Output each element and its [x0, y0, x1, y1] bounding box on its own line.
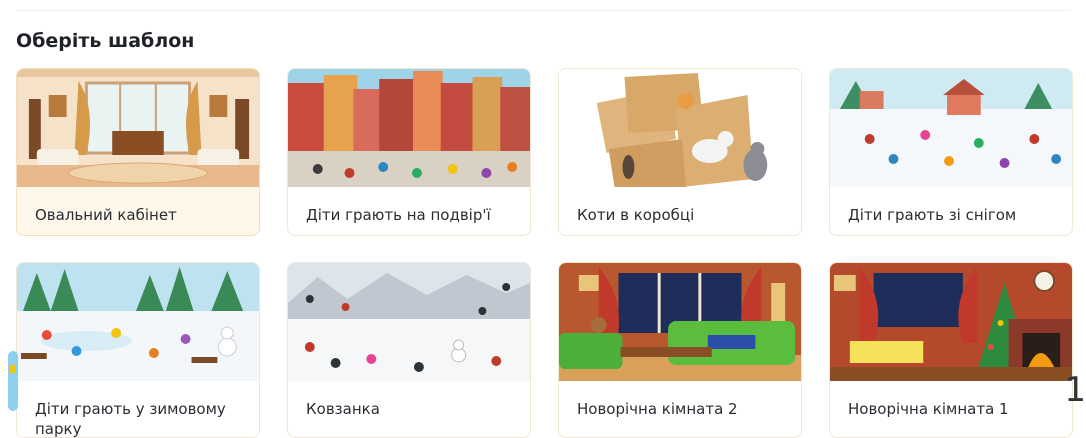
oval-office-thumbnail — [17, 69, 259, 187]
kids-yard-thumbnail — [288, 69, 530, 187]
template-label: Діти грають на подвір'ї — [306, 206, 491, 224]
template-card-caption: Діти грають у зимовому парку — [17, 381, 259, 437]
template-label: Коти в коробці — [577, 206, 695, 224]
template-grid: Овальний кабінет Діти грають на подвір'ї — [16, 68, 1076, 438]
template-card-caption: Діти грають на подвір'ї — [288, 187, 530, 235]
template-card-caption: Ковзанка — [288, 381, 530, 437]
section-title: Оберіть шаблон — [16, 30, 195, 52]
template-label: Овальний кабінет — [35, 206, 177, 224]
template-label: Діти грають у зимовому парку — [35, 400, 226, 438]
template-card-caption: Коти в коробці — [559, 187, 801, 235]
template-card-kids-snow[interactable]: Діти грають зі снігом — [829, 68, 1073, 236]
template-card-cats-box[interactable]: Коти в коробці — [558, 68, 802, 236]
template-card-caption: Діти грають зі снігом — [830, 187, 1072, 235]
party-decoration-icon — [8, 351, 18, 411]
cats-box-thumbnail — [559, 69, 801, 187]
template-card-skating-rink[interactable]: Ковзанка — [287, 262, 531, 438]
template-card-caption: Овальний кабінет — [17, 187, 259, 235]
new-year-room-1-thumbnail — [830, 263, 1072, 381]
template-label: Ковзанка — [306, 400, 380, 418]
template-card-new-year-room-1[interactable]: Новорічна кімната 1 — [829, 262, 1073, 438]
template-card-winter-park[interactable]: Діти грають у зимовому парку — [16, 262, 260, 438]
skating-rink-thumbnail — [288, 263, 530, 381]
winter-park-thumbnail — [17, 263, 259, 381]
template-label: Новорічна кімната 2 — [577, 400, 738, 418]
kids-snow-thumbnail — [830, 69, 1072, 187]
top-divider — [16, 10, 1070, 11]
new-year-room-2-thumbnail — [559, 263, 801, 381]
template-card-new-year-room-2[interactable]: Новорічна кімната 2 — [558, 262, 802, 438]
template-card-kids-yard[interactable]: Діти грають на подвір'ї — [287, 68, 531, 236]
template-card-caption: Новорічна кімната 1 — [830, 381, 1072, 437]
template-label: Діти грають зі снігом — [848, 206, 1017, 224]
template-card-caption: Новорічна кімната 2 — [559, 381, 801, 437]
template-card-oval-office[interactable]: Овальний кабінет — [16, 68, 260, 236]
template-label: Новорічна кімната 1 — [848, 400, 1009, 418]
page-number: 1 — [1064, 370, 1086, 410]
